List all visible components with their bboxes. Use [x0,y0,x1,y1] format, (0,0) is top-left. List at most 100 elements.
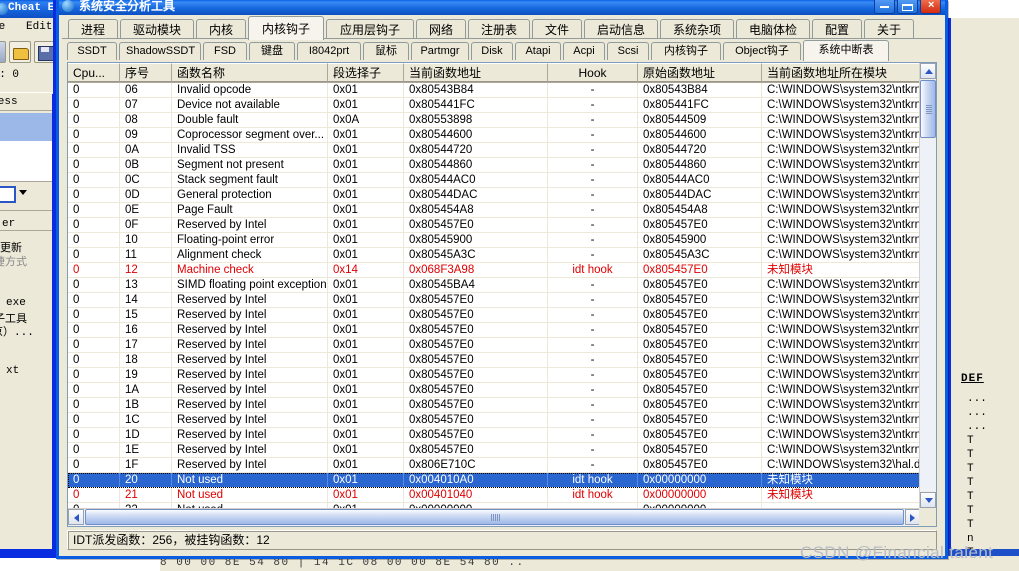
table-row[interactable]: 0 21 Not used 0x01 0x00401040 idt hook 0x00000… [68,488,936,503]
chevron-down-icon[interactable] [19,190,27,195]
main-tab-应用层钩子[interactable]: 应用层钩子 [326,19,414,39]
column-header-函数名称[interactable]: 函数名称 [172,63,328,82]
cell-idx: 0E [120,203,172,217]
main-tab-电脑体检[interactable]: 电脑体检 [736,19,810,39]
main-tab-网络[interactable]: 网络 [416,19,466,39]
cheat-engine-menu-bar[interactable]: le Edit [0,19,53,36]
cell-mod: C:\WINDOWS\system32\ntkrnlpa.exe [762,398,920,412]
scroll-left-arrow-icon[interactable] [68,509,84,525]
scroll-down-arrow-icon[interactable] [920,492,936,508]
address-column-header[interactable]: ddress [0,92,53,111]
menu-item-file[interactable]: le [0,21,5,33]
main-tab-进程[interactable]: 进程 [68,19,118,39]
sub-tab-FSD[interactable]: FSD [203,42,247,60]
table-row[interactable]: 0 0B Segment not present 0x01 0x80544860-0x8… [68,158,936,173]
table-header-row[interactable]: Cpu... 序号 函数名称 段选择子 当前函数地址 Hook 原始函数地址 当前函数地址所在… [68,63,936,83]
cheat-engine-result-list[interactable]: ) [0,141,53,181]
table-row[interactable]: 0 1F Reserved by Intel 0x01 0x806E710C -0x805… [68,458,936,473]
sub-tab-Scsi[interactable]: Scsi [607,42,649,60]
column-header-当前函数地址所在模块[interactable]: 当前函数地址所在模块 [762,63,920,82]
main-application-window[interactable]: 系统安全分析工具 × 进程 驱动模块 内核 内核钩子 应用层钩子 网络 注册表 文件 启动信息系… [56,0,948,559]
vertical-scrollbar-thumb[interactable] [920,80,936,138]
scroll-up-arrow-icon[interactable] [920,63,936,79]
horizontal-scrollbar[interactable] [68,508,921,526]
table-row[interactable]: 0 16 Reserved by Intel 0x01 0x805457E0-0x805… [68,323,936,338]
maximize-button[interactable] [897,0,918,14]
sub-tab-内核钩子[interactable]: 内核钩子 [651,42,721,60]
column-header-序号[interactable]: 序号 [120,63,172,82]
table-row[interactable]: 0 0E Page Fault 0x01 0x805454A8-0x805454A8 C:… [68,203,936,218]
table-row[interactable]: 0 17 Reserved by Intel 0x01 0x805457E0-0x805… [68,338,936,353]
window-title-bar[interactable]: 系统安全分析工具 × [59,0,945,15]
table-row[interactable]: 0 0C Stack segment fault 0x01 0x80544AC0-0x8… [68,173,936,188]
close-button[interactable]: × [920,0,941,14]
main-tab-文件[interactable]: 文件 [532,19,582,39]
column-header-段选择子[interactable]: 段选择子 [328,63,404,82]
table-row[interactable]: 0 14 Reserved by Intel 0x01 0x805457E0-0x805… [68,293,936,308]
cell-cpu: 0 [68,308,120,322]
table-row[interactable]: 0 1A Reserved by Intel 0x01 0x805457E0-0x805… [68,383,936,398]
minimize-button[interactable] [874,0,895,14]
sub-tab-Disk[interactable]: Disk [471,42,513,60]
table-row[interactable]: 0 19 Reserved by Intel 0x01 0x805457E0-0x805… [68,368,936,383]
main-tab-启动信息[interactable]: 启动信息 [584,19,658,39]
column-header-当前函数地址[interactable]: 当前函数地址 [404,63,548,82]
process-select-icon[interactable] [0,41,6,63]
main-tab-关于[interactable]: 关于 [864,19,914,39]
main-tab-系统杂项[interactable]: 系统杂项 [660,19,734,39]
sub-tab-Acpi[interactable]: Acpi [563,42,605,60]
table-row[interactable]: 0 10 Floating-point error 0x01 0x80545900-0x… [68,233,936,248]
sub-tab-鼠标[interactable]: 鼠标 [363,42,409,60]
cheat-engine-toolbar[interactable] [0,39,53,65]
sub-tab-Atapi[interactable]: Atapi [515,42,561,60]
table-body[interactable]: 0 06 Invalid opcode 0x01 0x80543B84-0x80543B… [68,83,936,508]
table-row[interactable]: 0 13 SIMD floating point exception 0x01 0x80… [68,278,936,293]
main-tab-配置[interactable]: 配置 [812,19,862,39]
cheat-engine-window[interactable]: Cheat E le Edit nd: 0 ddress ) er更新捷方式ex… [0,0,56,571]
table-row[interactable]: 0 20 Not used 0x01 0x004010A0 idt hook 0x00000… [68,473,936,488]
main-tab-内核钩子[interactable]: 内核钩子 [248,16,324,40]
sub-tab-I8042prt[interactable]: I8042prt [297,42,361,60]
interrupt-table-container[interactable]: Cpu... 序号 函数名称 段选择子 当前函数地址 Hook 原始函数地址 当前函数地址所在… [67,62,937,527]
table-row[interactable]: 0 15 Reserved by Intel 0x01 0x805457E0-0x805… [68,308,936,323]
menu-item-edit[interactable]: Edit [26,21,52,33]
table-row[interactable]: 0 06 Invalid opcode 0x01 0x80543B84-0x80543B… [68,83,936,98]
main-tab-内核[interactable]: 内核 [196,19,246,39]
sub-tab-strip[interactable]: SSDT ShadowSSDT FSD 键盘 I8042prt 鼠标 Partmgr Disk… [67,40,937,62]
table-row[interactable]: 0 09 Coprocessor segment over... 0x01 0x8054… [68,128,936,143]
sub-tab-系统中断表[interactable]: 系统中断表 [803,40,889,61]
table-row[interactable]: 0 0D General protection 0x01 0x80544DAC -0x80… [68,188,936,203]
table-row[interactable]: 0 0A Invalid TSS 0x01 0x80544720-0x80544720 C… [68,143,936,158]
horizontal-scrollbar-thumb[interactable] [85,509,904,525]
column-header-Cpu...[interactable]: Cpu... [68,63,120,82]
table-row[interactable]: 0 11 Alignment check 0x01 0x80545A3C -0x80545… [68,248,936,263]
column-header-Hook[interactable]: Hook [548,63,638,82]
table-row[interactable]: 0 1D Reserved by Intel 0x01 0x805457E0-0x805… [68,428,936,443]
save-disk-icon[interactable] [34,41,53,63]
background-right-panel[interactable]: DEF .........TTTTTTTnTTttnT [948,18,1019,571]
table-row[interactable]: 0 0F Reserved by Intel 0x01 0x805457E0-0x805… [68,218,936,233]
column-header-原始函数地址[interactable]: 原始函数地址 [638,63,762,82]
main-tab-strip[interactable]: 进程 驱动模块 内核 内核钩子 应用层钩子 网络 注册表 文件 启动信息 系统杂项 电脑体检 配置 关于 [62,16,942,40]
vertical-scrollbar-track[interactable] [920,139,936,491]
table-row[interactable]: 0 07 Device not available 0x01 0x805441FC -0x… [68,98,936,113]
sub-tab-Partmgr[interactable]: Partmgr [411,42,469,60]
sub-tab-ShadowSSDT[interactable]: ShadowSSDT [119,42,201,60]
value-type-combo[interactable] [0,186,16,203]
sub-tab-键盘[interactable]: 键盘 [249,42,295,60]
sub-tab-Object钩子[interactable]: Object钩子 [723,42,801,60]
main-tab-注册表[interactable]: 注册表 [468,19,530,39]
right-panel-cell: T [967,449,974,461]
sub-tab-SSDT[interactable]: SSDT [67,42,117,60]
table-row[interactable]: 0 18 Reserved by Intel 0x01 0x805457E0-0x805… [68,353,936,368]
table-row[interactable]: 0 1B Reserved by Intel 0x01 0x805457E0-0x805… [68,398,936,413]
table-row[interactable]: 0 1E Reserved by Intel 0x01 0x805457E0-0x805… [68,443,936,458]
vertical-scrollbar[interactable] [919,63,936,508]
table-row[interactable]: 0 1C Reserved by Intel 0x01 0x805457E0-0x805… [68,413,936,428]
cheat-engine-title-text: Cheat E [8,2,55,14]
open-folder-icon[interactable] [9,41,31,63]
cheat-engine-selected-row[interactable] [0,113,53,141]
main-tab-驱动模块[interactable]: 驱动模块 [120,19,194,39]
table-row[interactable]: 0 12 Machine check 0x14 0x068F3A98 idt hook 0x… [68,263,936,278]
table-row[interactable]: 0 08 Double fault 0x0A 0x80553898-0x80544509… [68,113,936,128]
